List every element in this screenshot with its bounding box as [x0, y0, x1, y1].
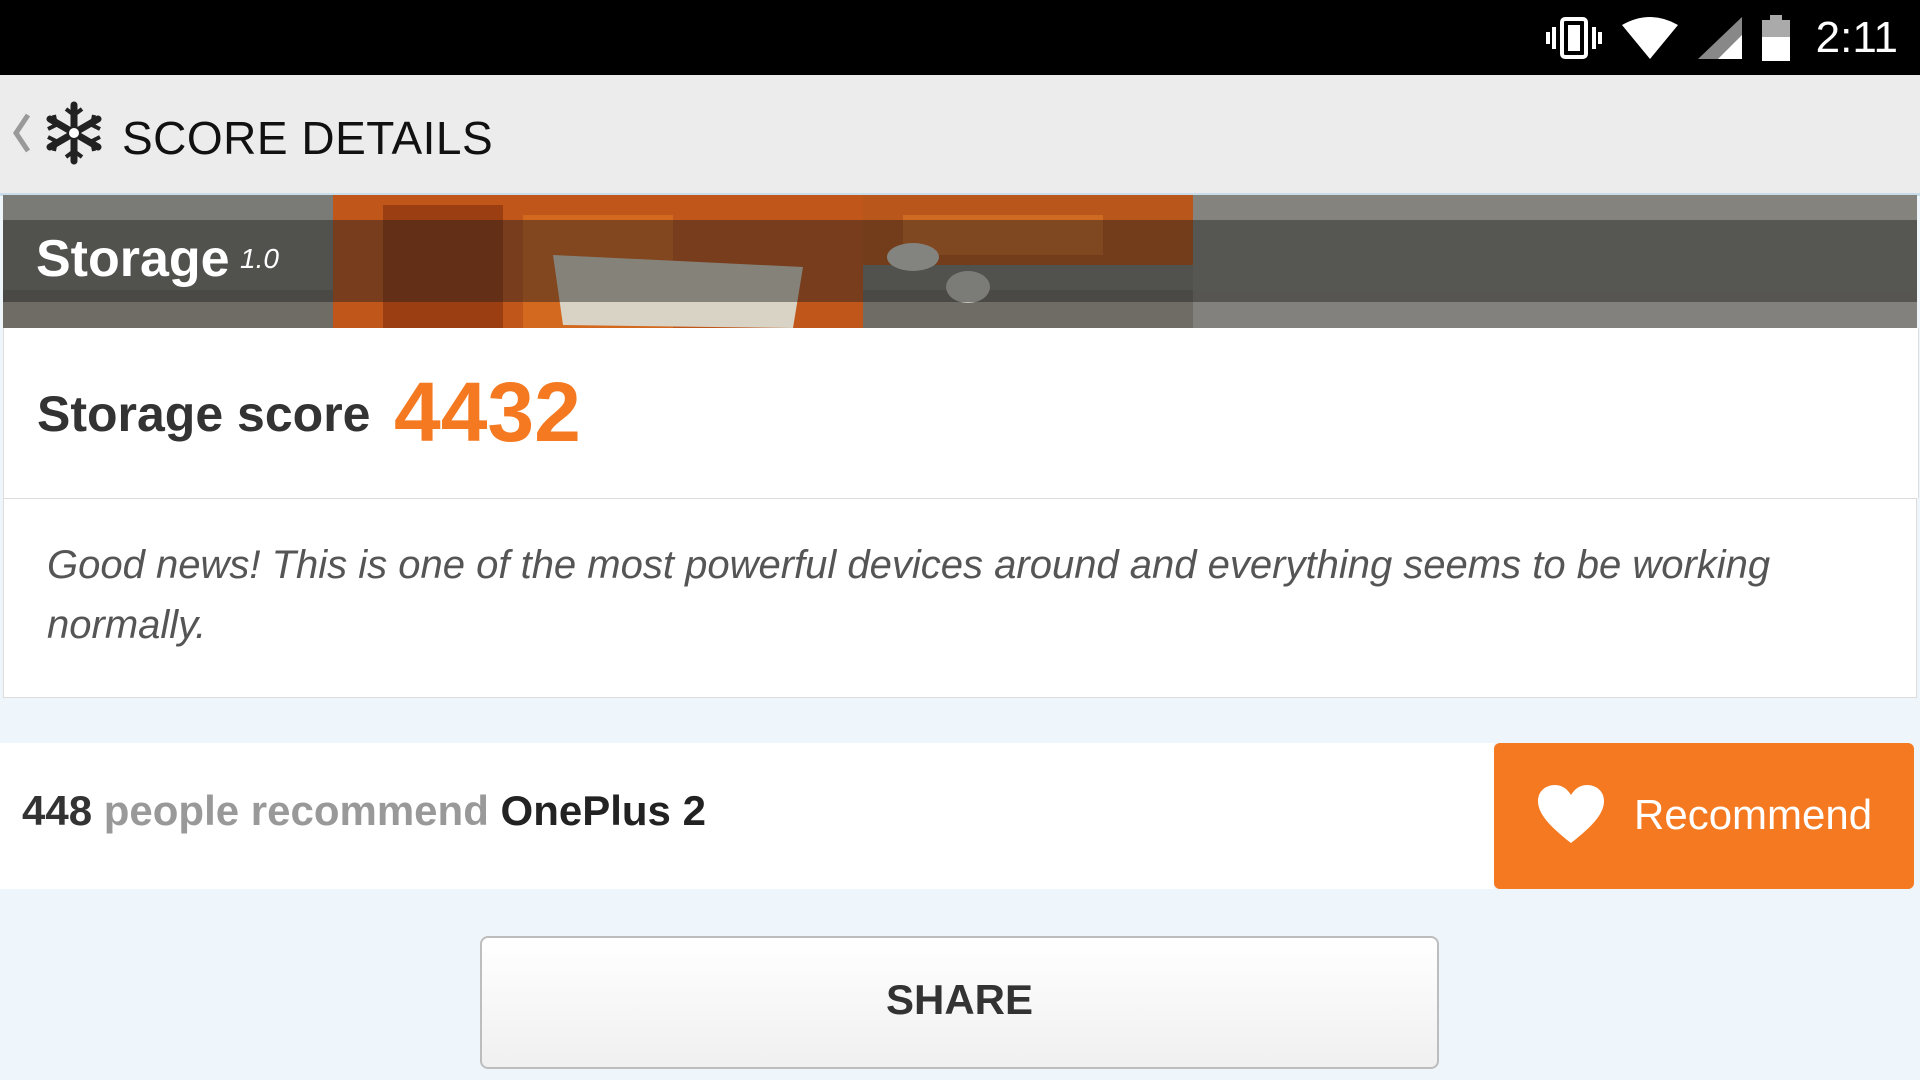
- banner-overlay: [3, 220, 1917, 302]
- clock: 2:11: [1815, 12, 1898, 62]
- back-chevron-icon[interactable]: [12, 113, 32, 158]
- recommend-middle-text: people recommend: [103, 787, 489, 834]
- app-bar: SCORE DETAILS: [0, 75, 1920, 196]
- recommend-summary: 448 people recommend OnePlus 2: [22, 787, 706, 835]
- page-title: SCORE DETAILS: [122, 112, 494, 164]
- banner-title: Storage: [36, 230, 230, 288]
- share-button-label: SHARE: [885, 976, 1034, 1023]
- battery-icon: [1761, 14, 1790, 61]
- wifi-icon: [1621, 16, 1678, 59]
- status-bar: 2:11: [0, 0, 1920, 75]
- status-icons: 2:11: [1545, 0, 1898, 75]
- vibrate-icon: [1545, 16, 1602, 59]
- recommend-button[interactable]: Recommend: [1494, 743, 1914, 889]
- score-value: 4432: [394, 365, 581, 459]
- recommend-count: 448: [22, 787, 93, 834]
- recommend-row: 448 people recommend OnePlus 2: [0, 743, 1494, 889]
- score-card: Storage score 4432: [3, 328, 1919, 498]
- test-banner: Storage 1.0: [3, 195, 1917, 328]
- score-label: Storage score: [37, 386, 371, 442]
- share-button[interactable]: SHARE: [480, 936, 1439, 1069]
- snowflake-logo-icon[interactable]: [40, 101, 108, 170]
- result-message: Good news! This is one of the most power…: [47, 543, 1771, 647]
- recommend-button-label: Recommend: [1634, 791, 1873, 838]
- signal-icon: [1697, 16, 1742, 59]
- message-card: Good news! This is one of the most power…: [3, 498, 1917, 698]
- device-name: OnePlus 2: [500, 787, 706, 834]
- banner-version: 1.0: [240, 243, 279, 274]
- heart-icon: [1538, 785, 1604, 850]
